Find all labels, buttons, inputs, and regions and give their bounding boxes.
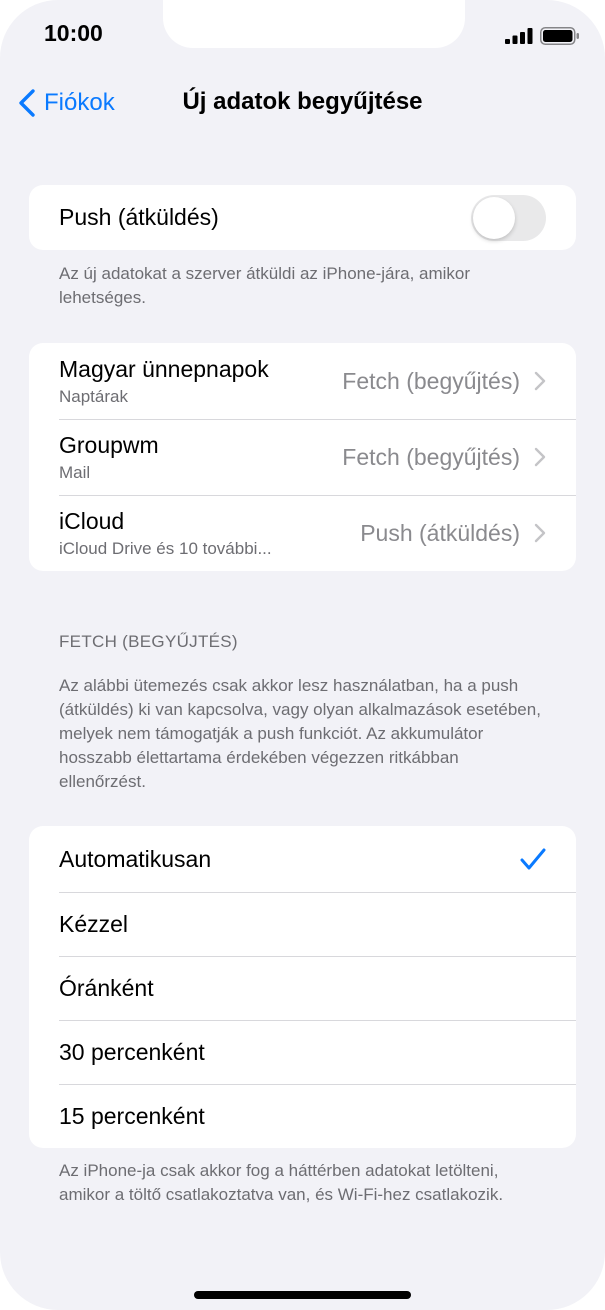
- account-row[interactable]: Magyar ünnepnapok Naptárak Fetch (begyűj…: [29, 343, 576, 419]
- account-name: iCloud: [59, 507, 125, 534]
- account-mode-label: Fetch (begyűjtés): [342, 367, 520, 394]
- fetch-option-label: 30 percenként: [59, 1038, 205, 1065]
- fetch-option-label: Óránként: [59, 974, 154, 1001]
- accounts-group: Magyar ünnepnapok Naptárak Fetch (begyűj…: [29, 343, 576, 571]
- account-mode: Fetch (begyűjtés): [342, 444, 546, 471]
- status-time: 10:00: [44, 20, 103, 46]
- home-indicator[interactable]: [194, 1291, 411, 1299]
- fetch-option-label: Automatikusan: [59, 845, 212, 872]
- fetch-option-row[interactable]: Óránként: [29, 956, 576, 1020]
- push-group: Push (átküldés): [29, 185, 576, 250]
- chevron-right-icon: [534, 447, 546, 467]
- account-row[interactable]: Groupwm Mail Fetch (begyűjtés): [29, 419, 576, 495]
- account-row[interactable]: iCloud iCloud Drive és 10 további... Pus…: [29, 495, 576, 571]
- fetch-option-label: 15 percenként: [59, 1102, 205, 1129]
- phone-screen: 10:00 Fiókok Új adatok begyűjtése Push (…: [0, 0, 605, 1310]
- push-toggle[interactable]: [471, 194, 546, 241]
- account-text: iCloud iCloud Drive és 10 további...: [59, 508, 272, 559]
- chevron-right-icon: [534, 371, 546, 391]
- checkmark-icon: [520, 848, 546, 870]
- account-detail: Mail: [59, 462, 91, 482]
- fetch-footnote: Az iPhone-ja csak akkor fog a háttérben …: [59, 1161, 504, 1204]
- chevron-right-icon: [534, 523, 546, 543]
- fetch-options-group: Automatikusan Kézzel Óránként 30 percenk…: [29, 826, 576, 1148]
- toggle-knob: [473, 196, 515, 239]
- account-mode-label: Push (átküldés): [360, 519, 520, 546]
- fetch-option-row[interactable]: 15 percenként: [29, 1084, 576, 1148]
- fetch-option-label: Kézzel: [59, 910, 129, 937]
- account-detail: iCloud Drive és 10 további...: [59, 538, 272, 558]
- account-text: Groupwm Mail: [59, 432, 159, 483]
- fetch-option-row[interactable]: Automatikusan: [29, 826, 576, 892]
- push-row: Push (átküldés): [29, 185, 576, 250]
- account-detail: Naptárak: [59, 386, 128, 406]
- page-title: Új adatok begyűjtése: [182, 88, 423, 115]
- fetch-header: FETCH (BEGYŰJTÉS): [59, 632, 238, 651]
- account-mode: Fetch (begyűjtés): [342, 368, 546, 395]
- fetch-option-row[interactable]: 30 percenként: [29, 1020, 576, 1084]
- fetch-option-row[interactable]: Kézzel: [29, 892, 576, 956]
- account-text: Magyar ünnepnapok Naptárak: [59, 356, 269, 407]
- account-name: Groupwm: [59, 431, 159, 458]
- battery-icon: [540, 27, 579, 45]
- notch: [163, 0, 465, 48]
- account-mode: Push (átküldés): [360, 520, 546, 547]
- fetch-description: Az alábbi ütemezés csak akkor lesz haszn…: [59, 676, 541, 791]
- push-footnote: Az új adatokat a szerver átküldi az iPho…: [59, 264, 471, 307]
- cellular-signal-icon: [505, 28, 533, 44]
- push-label: Push (átküldés): [59, 204, 219, 230]
- account-mode-label: Fetch (begyűjtés): [342, 443, 520, 470]
- account-name: Magyar ünnepnapok: [59, 355, 269, 382]
